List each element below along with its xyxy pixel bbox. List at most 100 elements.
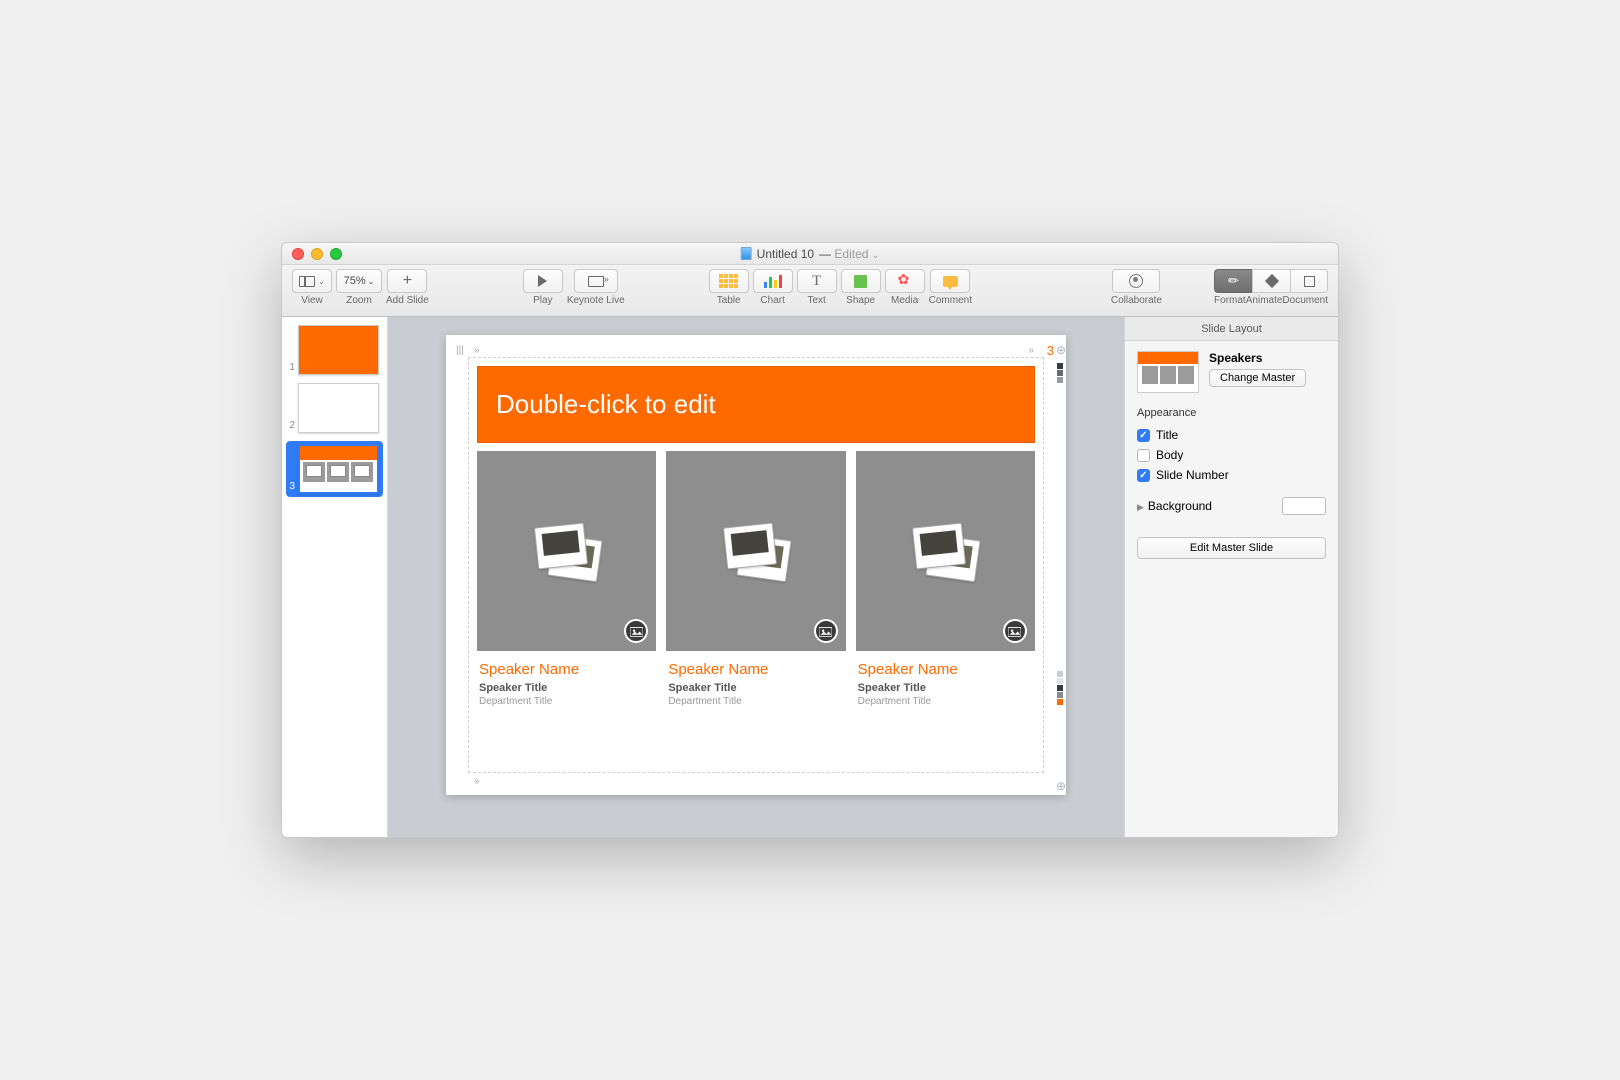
- chart-icon: [764, 275, 782, 288]
- image-placeholder[interactable]: [666, 451, 845, 651]
- speaker-name[interactable]: Speaker Name: [668, 661, 843, 678]
- change-master-button[interactable]: Change Master: [1209, 369, 1306, 387]
- edit-master-button[interactable]: Edit Master Slide: [1137, 537, 1326, 559]
- animate-label: Animate: [1246, 295, 1283, 306]
- photo-icon: [532, 523, 602, 579]
- titlebar[interactable]: Untitled 10 — Edited ⌄: [282, 243, 1338, 265]
- slide-navigator[interactable]: 1 2 3: [282, 317, 388, 837]
- play-label: Play: [533, 295, 552, 306]
- speaker-dept[interactable]: Department Title: [479, 696, 654, 707]
- play-button[interactable]: [523, 269, 563, 293]
- thumb-preview: [298, 325, 379, 375]
- text-button[interactable]: T: [797, 269, 837, 293]
- color-swatches: [1057, 671, 1063, 705]
- checkbox-icon[interactable]: [1137, 469, 1150, 482]
- speaker-title[interactable]: Speaker Title: [858, 682, 1033, 694]
- guide-icon: »: [1028, 345, 1034, 356]
- crosshair-icon: ⊕: [1056, 779, 1066, 789]
- view-label: View: [301, 295, 323, 306]
- zoom-label: Zoom: [346, 295, 372, 306]
- chart-label: Chart: [760, 295, 784, 306]
- guide-icon: »: [474, 345, 480, 356]
- replace-image-button[interactable]: [814, 619, 838, 643]
- text-icon: T: [812, 273, 821, 290]
- checkbox-icon[interactable]: [1137, 449, 1150, 462]
- disclosure-triangle-icon[interactable]: ▶: [1137, 502, 1144, 512]
- brush-icon: ✏: [1228, 273, 1239, 289]
- table-label: Table: [717, 295, 741, 306]
- toolbar: ⌄ View 75%⌄ Zoom + Add Slide Play Keynot…: [282, 265, 1338, 317]
- media-icon: [898, 274, 912, 288]
- comment-label: Comment: [929, 295, 972, 306]
- media-label: Media: [891, 295, 918, 306]
- keynote-live-button[interactable]: [574, 269, 618, 293]
- speaker-title[interactable]: Speaker Title: [479, 682, 654, 694]
- keynote-live-label: Keynote Live: [567, 295, 625, 306]
- add-slide-button[interactable]: +: [387, 269, 427, 293]
- content-area: 1 2 3 ||| » » 3 ⊕: [282, 317, 1338, 837]
- slide-canvas[interactable]: ||| » » 3 ⊕ » ⊕ Double-click t: [446, 335, 1066, 795]
- slide-thumb-3[interactable]: 3: [286, 441, 383, 497]
- document-label: Document: [1282, 295, 1328, 306]
- speaker-card[interactable]: Speaker Name Speaker Title Department Ti…: [477, 451, 656, 717]
- photo-icon: [910, 523, 980, 579]
- speaker-card[interactable]: Speaker Name Speaker Title Department Ti…: [666, 451, 845, 717]
- replace-image-button[interactable]: [1003, 619, 1027, 643]
- view-menu-button[interactable]: ⌄: [292, 269, 332, 293]
- title-checkbox-row[interactable]: Title: [1137, 425, 1326, 445]
- page-icon: [1304, 276, 1315, 287]
- guide-icon: |||: [456, 345, 464, 356]
- image-placeholder[interactable]: [477, 451, 656, 651]
- table-icon: [719, 274, 738, 288]
- inspector-panel: Slide Layout Speakers Change Master Appe…: [1124, 317, 1338, 837]
- canvas-area[interactable]: ||| » » 3 ⊕ » ⊕ Double-click t: [388, 317, 1124, 837]
- comment-icon: [943, 276, 958, 287]
- format-label: Format: [1214, 295, 1246, 306]
- fullscreen-icon[interactable]: [330, 248, 342, 260]
- background-row[interactable]: ▶Background: [1137, 493, 1326, 519]
- speaker-title[interactable]: Speaker Title: [668, 682, 843, 694]
- add-slide-label: Add Slide: [386, 295, 429, 306]
- person-icon: [1129, 274, 1143, 288]
- table-button[interactable]: [709, 269, 749, 293]
- diamond-icon: [1264, 274, 1278, 288]
- speaker-name[interactable]: Speaker Name: [858, 661, 1033, 678]
- collaborate-label: Collaborate: [1111, 295, 1162, 306]
- thumb-preview: [298, 383, 379, 433]
- replace-image-button[interactable]: [624, 619, 648, 643]
- speaker-dept[interactable]: Department Title: [668, 696, 843, 707]
- speaker-card[interactable]: Speaker Name Speaker Title Department Ti…: [856, 451, 1035, 717]
- document-name: Untitled 10: [757, 247, 814, 261]
- slide-thumb-1[interactable]: 1: [286, 325, 383, 375]
- slide-thumb-2[interactable]: 2: [286, 383, 383, 433]
- zoom-button[interactable]: 75%⌄: [336, 269, 382, 293]
- play-icon: [538, 275, 547, 287]
- speaker-dept[interactable]: Department Title: [858, 696, 1033, 707]
- minimize-icon[interactable]: [311, 248, 323, 260]
- slide-number: 3: [1047, 343, 1054, 358]
- shape-icon: [854, 275, 867, 288]
- background-color-well[interactable]: [1282, 497, 1326, 515]
- collaborate-button[interactable]: [1112, 269, 1160, 293]
- comment-button[interactable]: [930, 269, 970, 293]
- slide-number-checkbox-row[interactable]: Slide Number: [1137, 465, 1326, 485]
- text-label: Text: [807, 295, 825, 306]
- chart-button[interactable]: [753, 269, 793, 293]
- window-title[interactable]: Untitled 10 — Edited ⌄: [741, 247, 880, 261]
- close-icon[interactable]: [292, 248, 304, 260]
- crosshair-icon: ⊕: [1056, 343, 1066, 353]
- shape-button[interactable]: [841, 269, 881, 293]
- body-checkbox-row[interactable]: Body: [1137, 445, 1326, 465]
- format-tab[interactable]: ✏: [1214, 269, 1252, 293]
- image-placeholder[interactable]: [856, 451, 1035, 651]
- checkbox-icon[interactable]: [1137, 429, 1150, 442]
- view-icon: [299, 276, 315, 287]
- shape-label: Shape: [846, 295, 875, 306]
- app-window: Untitled 10 — Edited ⌄ ⌄ View 75%⌄ Zoom …: [281, 242, 1339, 838]
- title-placeholder[interactable]: Double-click to edit: [477, 366, 1035, 443]
- media-button[interactable]: [885, 269, 925, 293]
- speaker-name[interactable]: Speaker Name: [479, 661, 654, 678]
- document-tab[interactable]: [1290, 269, 1328, 293]
- guide-icon: »: [474, 776, 480, 787]
- animate-tab[interactable]: [1252, 269, 1290, 293]
